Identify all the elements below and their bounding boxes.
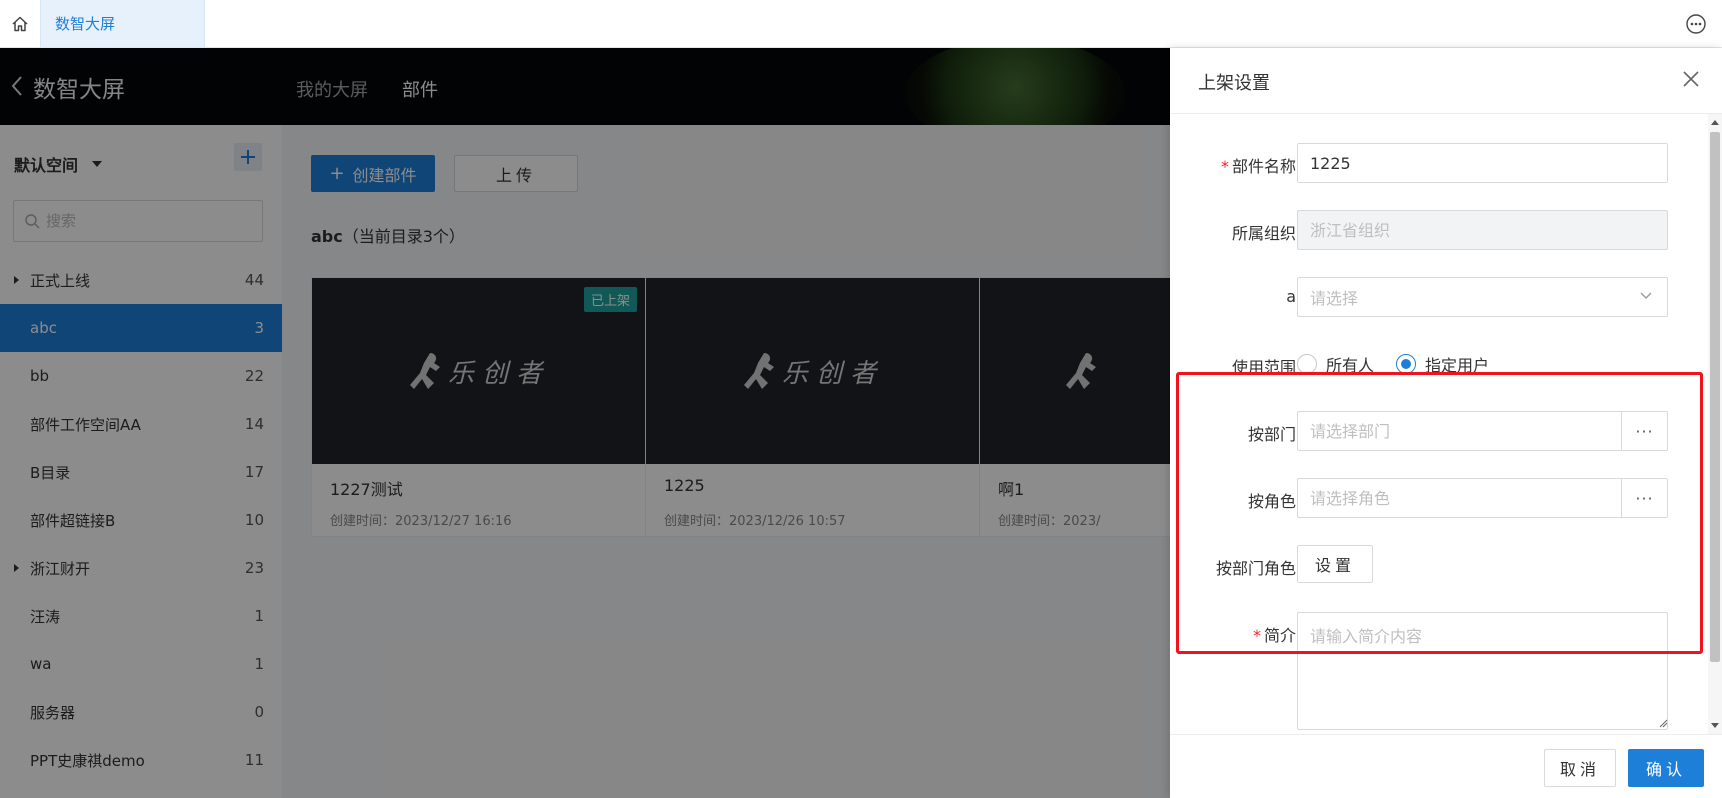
form-row-intro: * 简介 — [1170, 612, 1700, 730]
cancel-button[interactable]: 取消 — [1544, 749, 1616, 787]
form-label: 按部门 — [1247, 425, 1296, 444]
drawer-body: *部件名称 所属组织 a 请选择 使用范围 所有人 指定用户 — [1170, 114, 1722, 734]
component-name-input[interactable] — [1297, 143, 1668, 183]
scroll-down-icon[interactable] — [1711, 723, 1719, 728]
a-select[interactable]: 请选择 — [1297, 277, 1668, 317]
form-row-a: a 请选择 — [1170, 277, 1700, 317]
radio-specified-users-label[interactable]: 指定用户 — [1425, 352, 1489, 376]
organization-input — [1297, 210, 1668, 250]
form-row-dept: 按部门 ··· — [1170, 411, 1700, 451]
form-label: 按部门角色 — [1215, 559, 1296, 578]
form-row-org: 所属组织 — [1170, 210, 1700, 250]
scrollbar-thumb[interactable] — [1710, 132, 1720, 662]
chevron-down-icon — [1640, 292, 1652, 299]
department-picker: ··· — [1297, 411, 1668, 451]
scope-radio-group: 所有人 指定用户 — [1297, 352, 1511, 376]
form-row-name: * 部件名称 — [1170, 143, 1700, 183]
role-more-button[interactable]: ··· — [1621, 479, 1667, 517]
form-label: a — [1286, 287, 1296, 306]
form-row-scope: 使用范围 所有人 指定用户 — [1170, 344, 1700, 384]
home-icon[interactable] — [0, 0, 40, 47]
tab-active[interactable]: 数智大屏 — [40, 0, 205, 47]
scroll-up-icon[interactable] — [1711, 120, 1719, 125]
dept-role-settings-button[interactable]: 设置 — [1297, 545, 1373, 583]
role-picker: ··· — [1297, 478, 1668, 518]
form-label: * 简介 — [1252, 626, 1296, 645]
form-label: 使用范围 — [1231, 358, 1296, 377]
required-mark: * — [1220, 157, 1229, 176]
publish-settings-drawer: 上架设置 *部件名称 所属组织 a 请选择 使用范围 所 — [1170, 48, 1722, 798]
radio-everyone[interactable] — [1297, 354, 1317, 374]
form-row-dept-role: 按部门角色 设置 — [1170, 545, 1700, 585]
required-mark: * — [1252, 626, 1261, 645]
modal-mask[interactable] — [0, 48, 1170, 798]
intro-textarea[interactable] — [1297, 612, 1668, 730]
role-input[interactable] — [1298, 479, 1621, 517]
drawer-title: 上架设置 — [1198, 73, 1270, 94]
form-label: * 部件名称 — [1220, 157, 1296, 176]
select-placeholder: 请选择 — [1310, 289, 1359, 308]
tab-bar: 数智大屏 — [0, 0, 1722, 48]
drawer-scrollbar[interactable] — [1708, 114, 1722, 734]
form-label: 所属组织 — [1231, 224, 1296, 243]
form-row-role: 按角色 ··· — [1170, 478, 1700, 518]
form-label: 按角色 — [1247, 492, 1296, 511]
drawer-header: 上架设置 — [1170, 48, 1722, 114]
confirm-button[interactable]: 确认 — [1628, 749, 1704, 787]
radio-specified-users[interactable] — [1396, 354, 1417, 374]
department-input[interactable] — [1298, 412, 1621, 450]
more-icon[interactable] — [1684, 12, 1708, 36]
department-more-button[interactable]: ··· — [1621, 412, 1667, 450]
radio-everyone-label[interactable]: 所有人 — [1326, 352, 1374, 376]
close-icon[interactable] — [1680, 68, 1702, 90]
drawer-footer: 取消 确认 — [1170, 734, 1722, 798]
resize-grip-icon[interactable] — [1658, 718, 1668, 728]
